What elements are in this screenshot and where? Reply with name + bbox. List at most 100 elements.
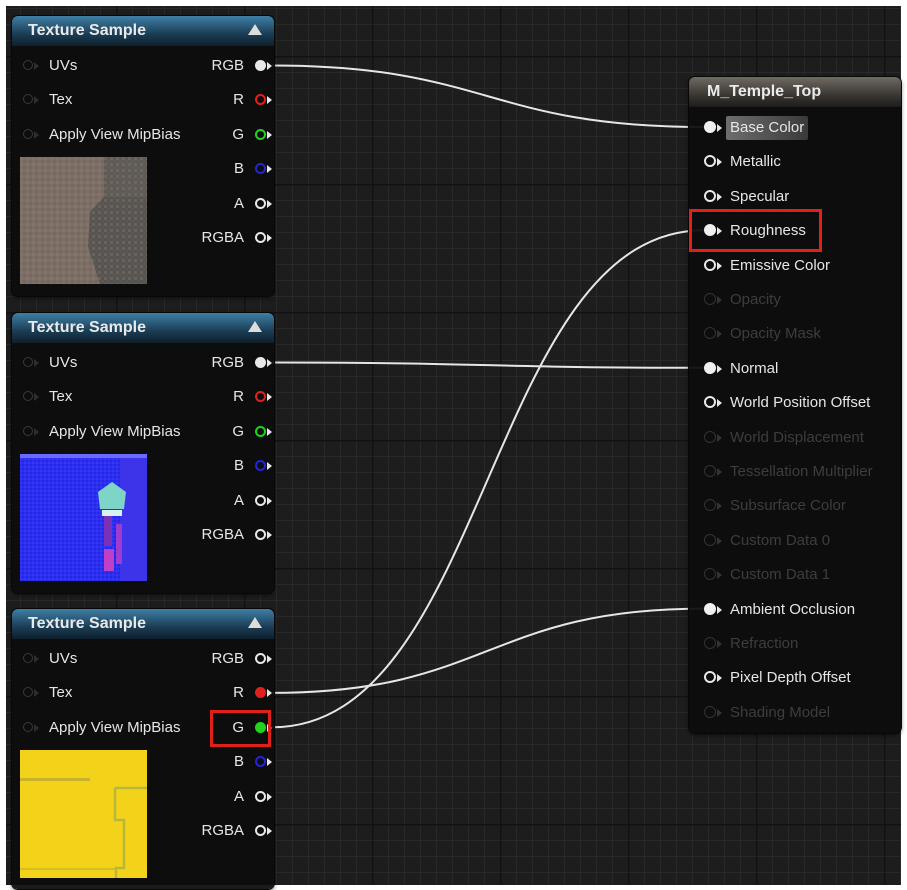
pin-arrow-icon [717, 468, 722, 476]
material-pin-circle-icon[interactable] [704, 293, 716, 305]
output-pin-circle-icon[interactable] [255, 232, 266, 243]
material-pin-circle-icon[interactable] [704, 637, 716, 649]
output-pin-r[interactable]: R [154, 88, 274, 112]
material-pin-circle-icon[interactable] [704, 361, 716, 374]
material-input-normal[interactable]: Normal [704, 357, 899, 381]
material-input-emissive-color[interactable]: Emissive Color [704, 254, 899, 278]
material-input-label: Pixel Depth Offset [730, 669, 851, 687]
output-pin-g[interactable]: G [154, 420, 274, 444]
input-pin-circle-icon[interactable] [23, 94, 33, 105]
output-pin-circle-icon[interactable] [255, 653, 266, 664]
input-pin-circle-icon[interactable] [23, 128, 33, 139]
pin-arrow-icon [717, 124, 722, 132]
output-pin-b[interactable]: B [154, 750, 274, 774]
material-pin-circle-icon[interactable] [704, 465, 716, 477]
output-pin-circle-icon[interactable] [255, 756, 266, 768]
material-pin-circle-icon[interactable] [704, 396, 716, 409]
material-input-pixel-depth-offset[interactable]: Pixel Depth Offset [704, 666, 899, 690]
output-pin-circle-icon[interactable] [255, 357, 266, 368]
output-pin-a[interactable]: A [154, 192, 274, 216]
material-pin-circle-icon[interactable] [704, 671, 716, 684]
output-pin-a[interactable]: A [154, 785, 274, 809]
output-pin-circle-icon[interactable] [255, 790, 266, 802]
texture-sample-node-2[interactable]: Texture Sample UVs Tex Apply View MipBias R… [12, 313, 274, 593]
collapse-arrow-icon[interactable] [248, 321, 262, 332]
node-header[interactable]: Texture Sample [12, 16, 274, 46]
material-input-metallic[interactable]: Metallic [704, 150, 899, 174]
material-pin-circle-icon[interactable] [704, 155, 716, 168]
output-pin-circle-icon[interactable] [255, 460, 266, 472]
texture-sample-node-1[interactable]: Texture Sample UVs Tex Apply View MipBias R… [12, 16, 274, 296]
output-pin-circle-icon[interactable] [255, 494, 266, 506]
output-pin-rgba[interactable]: RGBA [154, 523, 274, 547]
input-pin-circle-icon[interactable] [23, 357, 33, 367]
collapse-arrow-icon[interactable] [248, 24, 262, 35]
material-input-label: Emissive Color [730, 256, 831, 274]
output-pin-circle-icon[interactable] [255, 128, 266, 140]
input-pin-circle-icon[interactable] [23, 60, 33, 70]
output-pin-rgb[interactable]: RGB [154, 647, 274, 671]
highlight-box-roughness [689, 209, 822, 252]
input-pin-circle-icon[interactable] [23, 687, 33, 698]
output-pin-rgba[interactable]: RGBA [154, 226, 274, 250]
output-pin-b[interactable]: B [154, 454, 274, 478]
output-pin-g[interactable]: G [154, 123, 274, 147]
material-input-custom-data-1[interactable]: Custom Data 1 [704, 563, 899, 587]
material-input-opacity[interactable]: Opacity [704, 288, 899, 312]
material-pin-circle-icon[interactable] [704, 430, 716, 443]
material-pin-circle-icon[interactable] [704, 327, 716, 340]
material-input-custom-data-0[interactable]: Custom Data 0 [704, 529, 899, 553]
output-pin-b[interactable]: B [154, 157, 274, 181]
material-input-ambient-occlusion[interactable]: Ambient Occlusion [704, 598, 899, 622]
material-input-label: Metallic [730, 153, 781, 171]
material-pin-circle-icon[interactable] [704, 189, 716, 202]
material-input-opacity-mask[interactable]: Opacity Mask [704, 322, 899, 346]
material-input-base-color[interactable]: Base Color [704, 116, 899, 140]
material-input-tessellation-multiplier[interactable]: Tessellation Multiplier [704, 460, 899, 484]
output-pin-r[interactable]: R [154, 681, 274, 705]
output-pin-circle-icon[interactable] [255, 687, 266, 699]
material-pin-circle-icon[interactable] [704, 121, 716, 133]
material-pin-circle-icon[interactable] [704, 568, 716, 581]
output-pin-circle-icon[interactable] [255, 60, 266, 71]
node-header[interactable]: Texture Sample [12, 609, 274, 639]
input-pin-label: Tex [49, 91, 73, 109]
material-pin-circle-icon[interactable] [704, 533, 716, 546]
material-pin-circle-icon[interactable] [704, 258, 716, 271]
material-input-world-displacement[interactable]: World Displacement [704, 426, 899, 450]
output-pin-circle-icon[interactable] [255, 391, 266, 403]
input-pin-circle-icon[interactable] [23, 391, 33, 402]
material-pin-circle-icon[interactable] [704, 499, 716, 512]
output-pin-r[interactable]: R [154, 385, 274, 409]
pin-arrow-icon [34, 723, 39, 732]
node-header[interactable]: Texture Sample [12, 313, 274, 343]
input-pin-circle-icon[interactable] [23, 425, 33, 436]
output-pin-circle-icon[interactable] [255, 94, 266, 106]
material-input-label: Opacity Mask [730, 325, 821, 343]
pin-arrow-icon [267, 359, 272, 367]
output-pin-rgb[interactable]: RGB [154, 54, 274, 78]
output-pin-circle-icon[interactable] [255, 425, 266, 437]
input-pin-circle-icon[interactable] [23, 653, 33, 663]
collapse-arrow-icon[interactable] [248, 617, 262, 628]
input-pin-circle-icon[interactable] [23, 721, 33, 732]
pin-arrow-icon [267, 462, 272, 471]
output-pin-circle-icon[interactable] [255, 825, 266, 836]
node-title: Texture Sample [28, 319, 146, 336]
material-pin-circle-icon[interactable] [704, 602, 716, 615]
output-pin-rgb[interactable]: RGB [154, 351, 274, 375]
output-pin-circle-icon[interactable] [255, 197, 266, 209]
material-pin-circle-icon[interactable] [704, 705, 716, 718]
output-pin-circle-icon[interactable] [255, 163, 266, 175]
material-input-world-position-offset[interactable]: World Position Offset [704, 391, 899, 415]
output-pin-a[interactable]: A [154, 489, 274, 513]
output-pin-rgba[interactable]: RGBA [154, 819, 274, 843]
output-pin-circle-icon[interactable] [255, 529, 266, 540]
material-input-shading-model[interactable]: Shading Model [704, 701, 899, 725]
node-header[interactable]: M_Temple_Top [689, 77, 901, 107]
texture-sample-node-3[interactable]: Texture Sample UVs Tex Apply View MipBias R… [12, 609, 274, 889]
material-input-specular[interactable]: Specular [704, 185, 899, 209]
material-input-subsurface-color[interactable]: Subsurface Color [704, 494, 899, 518]
material-output-node[interactable]: M_Temple_Top Base Color Metallic Specular R… [689, 77, 901, 733]
material-input-refraction[interactable]: Refraction [704, 632, 899, 656]
